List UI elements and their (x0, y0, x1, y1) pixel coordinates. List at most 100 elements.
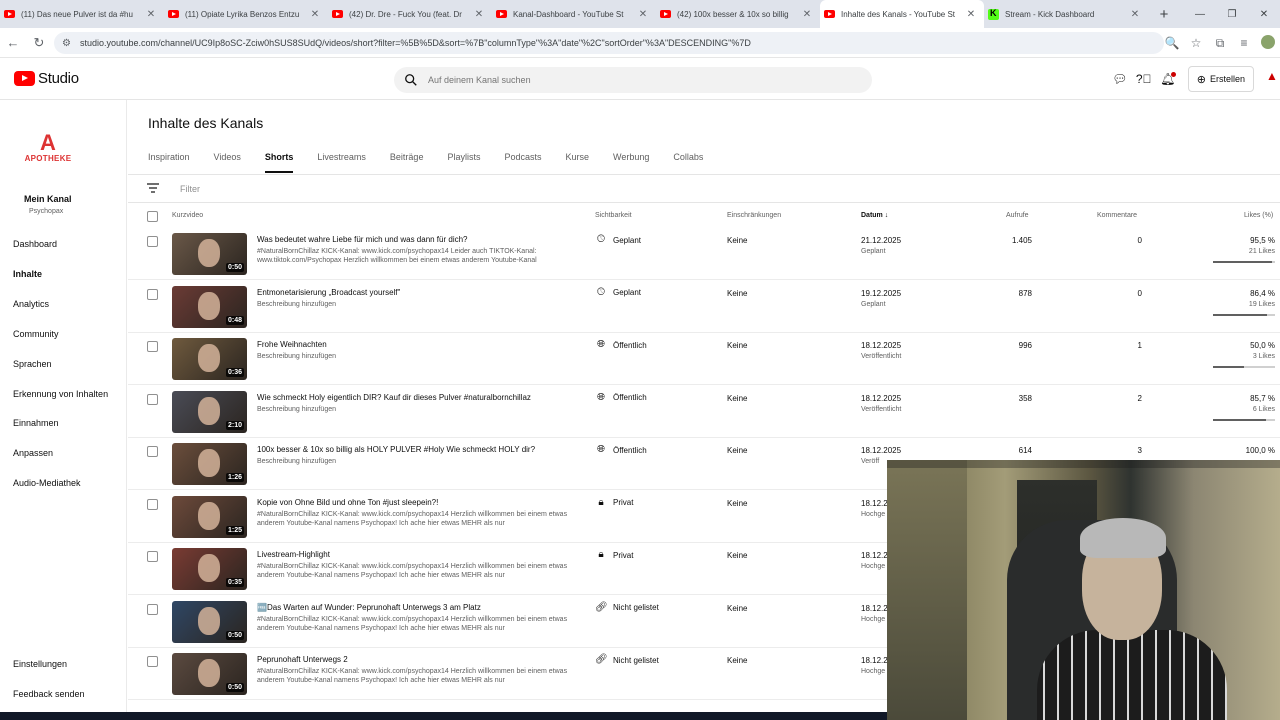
restore-icon[interactable]: ❐ (1216, 9, 1248, 20)
video-thumbnail[interactable]: 1:25 (172, 495, 247, 538)
tab-kurse[interactable]: Kurse (566, 152, 590, 174)
video-title[interactable]: Kopie von Ohne Bild und ohne Ton #just s… (257, 498, 438, 507)
studio-logo[interactable]: Studio (14, 70, 79, 87)
extensions-icon[interactable]: ⧉ (1208, 36, 1232, 51)
close-tab-icon[interactable]: ✕ (1128, 9, 1142, 20)
sidebar-item[interactable]: Sprachen (13, 359, 52, 369)
row-checkbox[interactable] (147, 288, 158, 300)
visibility-dropdown[interactable]: 🌐︎ Öffentlich (595, 339, 647, 351)
video-thumbnail[interactable]: 0:35 (172, 548, 247, 590)
close-tab-icon[interactable]: ✕ (636, 9, 650, 20)
sidebar-item[interactable]: Erkennung von Inhalten (13, 389, 108, 399)
col-comments[interactable]: Kommentare (1097, 212, 1137, 219)
browser-tab[interactable]: (42) 100x besser & 10x so billig ✕ (656, 0, 820, 28)
visibility-dropdown[interactable]: 🔒︎ Privat (595, 549, 633, 561)
account-avatar[interactable]: ▲ (1264, 69, 1280, 89)
search-input[interactable] (428, 75, 828, 85)
bookmark-star-icon[interactable]: ☆ (1184, 36, 1208, 50)
col-date[interactable]: Datum ↓ (861, 212, 888, 219)
sidebar-item[interactable]: Inhalte (13, 269, 42, 279)
visibility-dropdown[interactable]: 🌐︎ Öffentlich (595, 444, 647, 456)
close-tab-icon[interactable]: ✕ (144, 9, 158, 20)
tab-videos[interactable]: Videos (214, 152, 241, 174)
col-views[interactable]: Aufrufe (1006, 212, 1029, 219)
tab-livestreams[interactable]: Livestreams (317, 152, 366, 174)
channel-avatar[interactable]: A APOTHEKE (20, 132, 76, 166)
video-thumbnail[interactable]: 1:26 (172, 443, 247, 485)
visibility-dropdown[interactable]: 🔗︎ Nicht gelistet (595, 654, 659, 666)
tab-beiträge[interactable]: Beiträge (390, 152, 424, 174)
video-thumbnail[interactable]: 0:36 (172, 338, 247, 380)
close-tab-icon[interactable]: ✕ (308, 9, 322, 20)
video-title[interactable]: Peprunohaft Unterwegs 2 (257, 655, 348, 664)
row-checkbox[interactable] (147, 446, 158, 457)
minimize-icon[interactable]: — (1184, 9, 1216, 20)
visibility-dropdown[interactable]: 🔒︎ Privat (595, 497, 633, 509)
site-info-icon[interactable]: ⚙ (62, 38, 74, 49)
close-window-icon[interactable]: ✕ (1248, 9, 1280, 20)
notifications-bell-icon[interactable]: 🔔︎ (1156, 72, 1180, 86)
row-checkbox[interactable] (147, 656, 158, 667)
browser-tab[interactable]: (42) Dr. Dre - Fuck You (feat. Dr ✕ (328, 0, 492, 28)
tab-shorts[interactable]: Shorts (264, 152, 293, 174)
profile-avatar[interactable] (1256, 34, 1280, 52)
row-checkbox[interactable] (147, 603, 158, 615)
col-restrictions[interactable]: Einschränkungen (727, 212, 781, 219)
visibility-dropdown[interactable]: 🕓︎ Geplant (595, 287, 641, 299)
video-title[interactable]: 🆓Das Warten auf Wunder: Peprunohaft Unte… (257, 603, 481, 612)
help-icon[interactable]: ?⃝ (1132, 72, 1156, 86)
tab-playlists[interactable]: Playlists (447, 152, 480, 174)
visibility-dropdown[interactable]: 🔗︎ Nicht gelistet (595, 602, 659, 614)
tab-collabs[interactable]: Collabs (673, 152, 703, 174)
table-row[interactable]: 0:36 Frohe Weihnachten Beschreibung hinzuf… (128, 333, 1280, 385)
table-row[interactable]: 0:50 Was bedeutet wahre Liebe für mich un… (128, 228, 1280, 280)
new-tab-icon[interactable]: + (1152, 6, 1176, 23)
row-checkbox[interactable] (147, 341, 158, 352)
video-thumbnail[interactable]: 2:10 (172, 390, 247, 433)
video-title[interactable]: Entmonetarisierung „Broadcast yourself" (257, 288, 400, 297)
row-checkbox[interactable] (147, 498, 158, 510)
sidebar-item[interactable]: Community (13, 329, 59, 339)
sidebar-item[interactable]: Anpassen (13, 448, 53, 458)
sidebar-item[interactable]: Audio-Mediathek (13, 478, 81, 488)
create-button[interactable]: ⊕ Erstellen (1187, 66, 1254, 92)
video-thumbnail[interactable]: 0:48 (172, 285, 247, 328)
table-row[interactable]: 2:10 Wie schmeckt Holy eigentlich DIR? Ka… (128, 386, 1280, 438)
video-title[interactable]: Livestream-Highlight (257, 550, 330, 559)
close-tab-icon[interactable]: ✕ (800, 9, 814, 20)
table-row[interactable]: 0:48 Entmonetarisierung „Broadcast yourse… (128, 281, 1280, 333)
media-icon[interactable]: ≡ (1232, 36, 1256, 50)
video-thumbnail[interactable]: 0:50 (172, 653, 247, 695)
col-likes[interactable]: Likes (%) (1244, 212, 1273, 219)
select-all-checkbox[interactable] (147, 211, 158, 222)
tab-inspiration[interactable]: Inspiration (148, 152, 190, 174)
browser-tab[interactable]: Inhalte des Kanals - YouTube St ✕ (820, 0, 984, 28)
back-icon[interactable]: ← (0, 35, 26, 50)
browser-tab[interactable]: (11) Opiate Lyrika Benzos Entzu ✕ (164, 0, 328, 28)
sidebar-item[interactable]: Einnahmen (13, 418, 59, 428)
sidebar-item-feedback[interactable]: Feedback senden (13, 689, 85, 699)
messages-icon[interactable]: 💬︎ (1108, 72, 1132, 86)
sidebar-item[interactable]: Dashboard (13, 239, 57, 249)
col-visibility[interactable]: Sichtbarkeit (595, 212, 632, 219)
row-checkbox[interactable] (147, 551, 158, 562)
video-thumbnail[interactable]: 0:50 (172, 600, 247, 643)
close-tab-icon[interactable]: ✕ (964, 9, 978, 20)
visibility-dropdown[interactable]: 🌐︎ Öffentlich (595, 392, 647, 404)
browser-tab[interactable]: Stream - Kick Dashboard ✕ (984, 0, 1148, 28)
browser-tab[interactable]: Kanal-Dashboard - YouTube St ✕ (492, 0, 656, 28)
video-title[interactable]: Wie schmeckt Holy eigentlich DIR? Kauf d… (257, 393, 531, 402)
video-title[interactable]: Was bedeutet wahre Liebe für mich und wa… (257, 235, 468, 244)
browser-tab[interactable]: (11) Das neue Pulver ist da #hu ✕ (0, 0, 164, 28)
url-field[interactable]: ⚙ studio.youtube.com/channel/UC9Ip8oSC-Z… (54, 32, 1164, 54)
close-tab-icon[interactable]: ✕ (472, 9, 486, 20)
sidebar-item-settings[interactable]: Einstellungen (13, 659, 67, 669)
sidebar-item[interactable]: Analytics (13, 299, 49, 309)
row-checkbox[interactable] (147, 393, 158, 405)
tab-werbung[interactable]: Werbung (613, 152, 649, 174)
tab-podcasts[interactable]: Podcasts (504, 152, 541, 174)
reload-icon[interactable]: ↻ (26, 35, 52, 51)
zoom-icon[interactable]: 🔍 (1160, 36, 1184, 50)
video-title[interactable]: 100x besser & 10x so billig als HOLY PUL… (257, 445, 535, 454)
visibility-dropdown[interactable]: 🕓︎ Geplant (595, 234, 641, 246)
